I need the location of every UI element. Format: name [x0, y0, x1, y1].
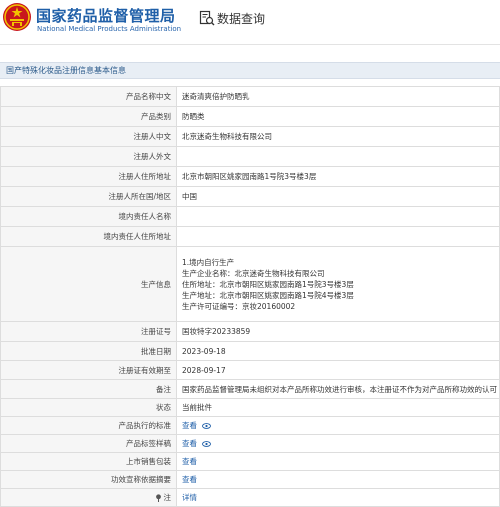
- field-value: 国妆特字20233859: [176, 321, 500, 342]
- table-row: 境内责任人名称: [0, 206, 500, 227]
- field-value: 防晒类: [176, 106, 500, 127]
- table-row: 产品执行的标准 查看: [0, 416, 500, 435]
- section-header: 国产特殊化妆品注册信息基本信息: [0, 62, 500, 79]
- production-info: 1.境内自行生产 生产企业名称：北京迷奇生物科技有限公司 住所地址：北京市朝阳区…: [176, 246, 500, 322]
- notes-label: 注: [163, 493, 172, 502]
- field-value: [176, 146, 500, 167]
- table-row: 产品标签样稿 查看: [0, 434, 500, 453]
- field-label: 状态: [0, 398, 177, 417]
- field-value: [176, 206, 500, 227]
- table-row: 境内责任人住所地址: [0, 226, 500, 247]
- view-efficacy-link[interactable]: 查看: [182, 475, 197, 484]
- table-row: 注册证有效期至 2028-09-17: [0, 360, 500, 380]
- field-value: 2028-09-17: [176, 360, 500, 380]
- field-label: 功效宣称依据摘要: [0, 470, 177, 489]
- field-label: 注册证号: [0, 321, 177, 342]
- view-standard-link[interactable]: 查看: [182, 421, 197, 430]
- field-label: 注册人所在国/地区: [0, 186, 177, 207]
- production-line: 生产许可证编号：京妆20160002: [182, 301, 296, 311]
- field-value: [176, 226, 500, 247]
- field-label: 生产信息: [0, 246, 177, 322]
- field-label: 批准日期: [0, 341, 177, 361]
- table-row: 注 详情: [0, 488, 500, 507]
- registration-info-table: 产品名称中文 迷奇清爽倍护防晒乳 产品类别 防晒类 注册人中文 北京迷奇生物科技…: [0, 86, 500, 507]
- field-label: 境内责任人住所地址: [0, 226, 177, 247]
- eye-icon[interactable]: [202, 441, 212, 447]
- field-value: 北京市朝阳区姚家园南路1号院3号楼3层: [176, 166, 500, 187]
- eye-icon[interactable]: [202, 423, 212, 429]
- agency-name-english: National Medical Products Administration: [37, 25, 182, 33]
- table-row: 上市销售包装 查看: [0, 452, 500, 471]
- field-value: 当前批件: [176, 398, 500, 417]
- table-row: 生产信息 1.境内自行生产 生产企业名称：北京迷奇生物科技有限公司 住所地址：北…: [0, 246, 500, 322]
- production-line: 1.境内自行生产: [182, 257, 235, 267]
- table-row: 注册人所在国/地区 中国: [0, 186, 500, 207]
- field-label: 产品名称中文: [0, 86, 177, 107]
- field-label: 注册人外文: [0, 146, 177, 167]
- table-row: 注册证号 国妆特字20233859: [0, 321, 500, 342]
- field-label: 注册人住所地址: [0, 166, 177, 187]
- field-value: 国家药品监督管理局未组织对本产品所称功效进行审核，本注册证不作为对产品所称功效的…: [176, 379, 500, 399]
- field-label: 产品执行的标准: [0, 416, 177, 435]
- table-row: 注册人外文: [0, 146, 500, 167]
- view-label-link[interactable]: 查看: [182, 439, 197, 448]
- field-label: 产品标签样稿: [0, 434, 177, 453]
- view-package-link[interactable]: 查看: [182, 457, 197, 466]
- table-row: 产品类别 防晒类: [0, 106, 500, 127]
- table-row: 注册人中文 北京迷奇生物科技有限公司: [0, 126, 500, 147]
- field-label: 上市销售包装: [0, 452, 177, 471]
- agency-name: 国家药品监督管理局: [36, 7, 176, 25]
- field-label: 备注: [0, 379, 177, 399]
- table-row: 产品名称中文 迷奇清爽倍护防晒乳: [0, 86, 500, 107]
- field-label: 注: [0, 488, 177, 507]
- production-line: 生产地址：北京市朝阳区姚家园南路1号院4号楼3层: [182, 290, 354, 300]
- details-link[interactable]: 详情: [182, 493, 197, 502]
- production-line: 生产企业名称：北京迷奇生物科技有限公司: [182, 268, 325, 278]
- field-value: 中国: [176, 186, 500, 207]
- table-row: 备注 国家药品监督管理局未组织对本产品所称功效进行审核，本注册证不作为对产品所称…: [0, 379, 500, 399]
- table-row: 批准日期 2023-09-18: [0, 341, 500, 361]
- document-search-icon: [199, 10, 215, 26]
- field-value: 2023-09-18: [176, 341, 500, 361]
- table-row: 功效宣称依据摘要 查看: [0, 470, 500, 489]
- section-title: 国产特殊化妆品注册信息基本信息: [6, 66, 126, 75]
- table-row: 状态 当前批件: [0, 398, 500, 417]
- page-header: 国家药品监督管理局 National Medical Products Admi…: [0, 0, 500, 40]
- field-value: 迷奇清爽倍护防晒乳: [176, 86, 500, 107]
- page-title: 数据查询: [217, 12, 266, 26]
- pin-icon: [155, 494, 161, 502]
- field-label: 注册人中文: [0, 126, 177, 147]
- national-emblem-icon: [3, 3, 31, 31]
- header-divider: [0, 44, 500, 45]
- field-value: 北京迷奇生物科技有限公司: [176, 126, 500, 147]
- field-label: 境内责任人名称: [0, 206, 177, 227]
- field-label: 注册证有效期至: [0, 360, 177, 380]
- field-label: 产品类别: [0, 106, 177, 127]
- table-row: 注册人住所地址 北京市朝阳区姚家园南路1号院3号楼3层: [0, 166, 500, 187]
- production-line: 住所地址：北京市朝阳区姚家园南路1号院3号楼3层: [182, 279, 354, 289]
